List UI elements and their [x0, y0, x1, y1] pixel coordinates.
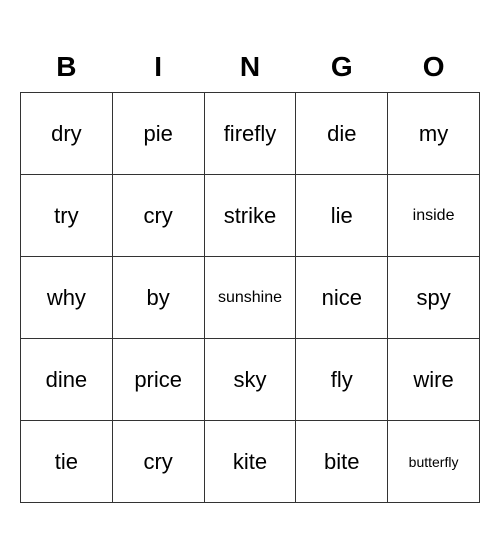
- bingo-cell: sky: [204, 339, 296, 421]
- bingo-cell: by: [112, 257, 204, 339]
- bingo-cell: strike: [204, 175, 296, 257]
- header-col-o: O: [388, 41, 480, 93]
- bingo-cell: why: [21, 257, 113, 339]
- bingo-cell: sunshine: [204, 257, 296, 339]
- table-row: drypiefireflydiemy: [21, 93, 480, 175]
- header-col-b: B: [21, 41, 113, 93]
- bingo-cell: bite: [296, 421, 388, 503]
- table-row: whybysunshinenicespy: [21, 257, 480, 339]
- table-row: dinepriceskyflywire: [21, 339, 480, 421]
- table-row: tiecrykitebitebutterfly: [21, 421, 480, 503]
- table-row: trycrystrikelieinside: [21, 175, 480, 257]
- bingo-cell: firefly: [204, 93, 296, 175]
- bingo-cell: tie: [21, 421, 113, 503]
- header-col-g: G: [296, 41, 388, 93]
- bingo-cell: die: [296, 93, 388, 175]
- bingo-cell: my: [388, 93, 480, 175]
- bingo-card: BINGO drypiefireflydiemytrycrystrikeliei…: [20, 41, 480, 504]
- bingo-cell: butterfly: [388, 421, 480, 503]
- bingo-cell: fly: [296, 339, 388, 421]
- bingo-cell: spy: [388, 257, 480, 339]
- bingo-cell: nice: [296, 257, 388, 339]
- header-col-n: N: [204, 41, 296, 93]
- bingo-cell: wire: [388, 339, 480, 421]
- bingo-cell: dry: [21, 93, 113, 175]
- bingo-cell: cry: [112, 175, 204, 257]
- bingo-cell: lie: [296, 175, 388, 257]
- header-col-i: I: [112, 41, 204, 93]
- bingo-cell: cry: [112, 421, 204, 503]
- bingo-cell: price: [112, 339, 204, 421]
- bingo-cell: try: [21, 175, 113, 257]
- bingo-cell: pie: [112, 93, 204, 175]
- bingo-cell: kite: [204, 421, 296, 503]
- bingo-cell: inside: [388, 175, 480, 257]
- bingo-cell: dine: [21, 339, 113, 421]
- bingo-header-row: BINGO: [21, 41, 480, 93]
